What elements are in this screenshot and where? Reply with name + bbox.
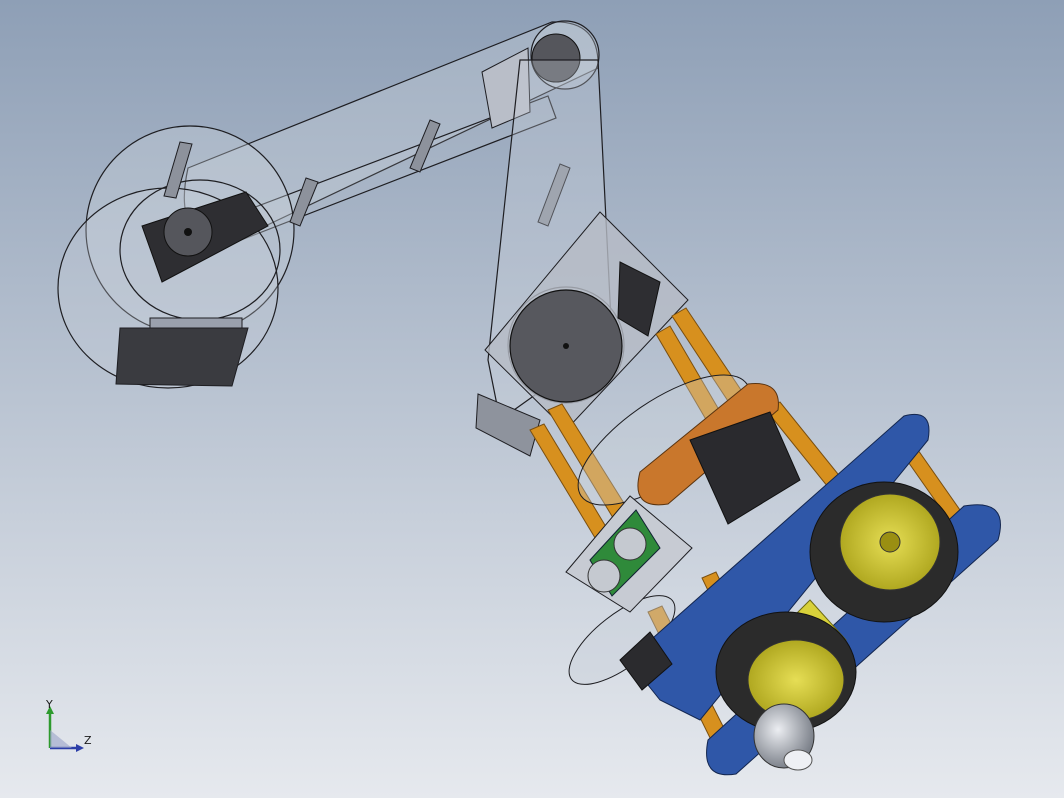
wrist-servo-center — [563, 343, 569, 349]
triad-z-arrow — [76, 744, 84, 752]
triad-y-label: Y — [46, 698, 53, 711]
triad-z-label: Z — [84, 734, 92, 747]
shoulder-bracket-top — [149, 317, 243, 329]
shoulder-bracket[interactable] — [115, 327, 249, 387]
graphics-viewport[interactable]: Y Z — [0, 0, 1064, 798]
sensor-transducer-right — [613, 527, 647, 561]
right-wheel[interactable] — [809, 481, 959, 623]
triad-plane — [50, 730, 72, 748]
model-scene — [0, 0, 1064, 798]
sensor-transducer-left — [587, 559, 621, 593]
